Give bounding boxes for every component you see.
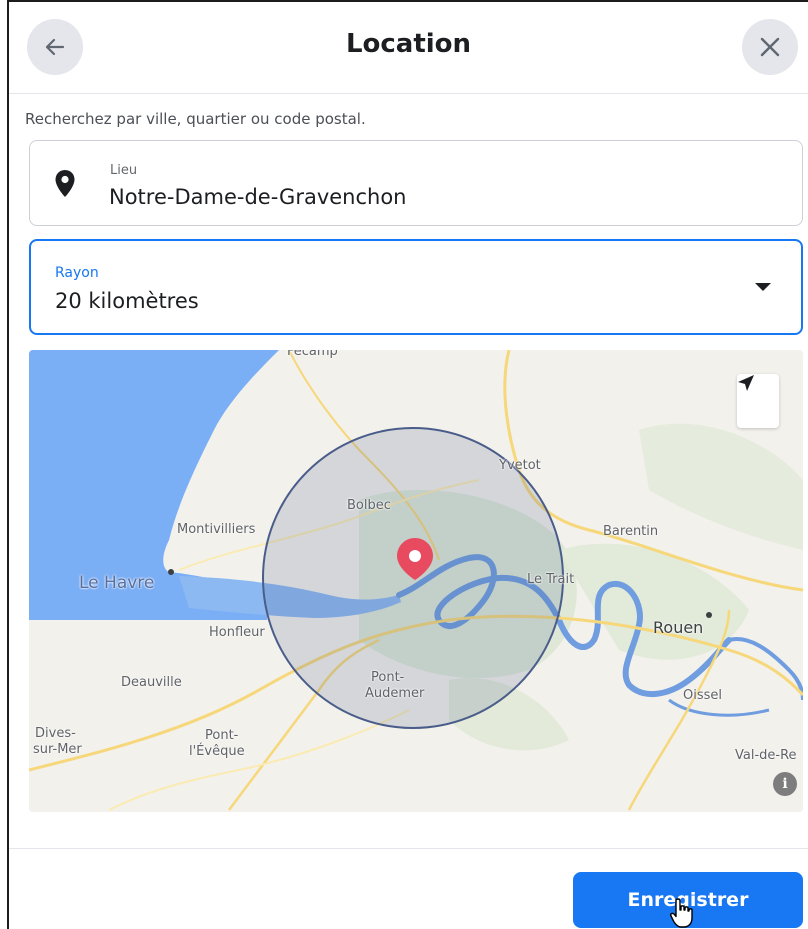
map-label-val-de-reuil: Val-de-Re [735, 748, 797, 763]
hand-cursor-icon [670, 898, 693, 928]
radius-value: 20 kilomètres [55, 289, 199, 313]
info-icon[interactable]: i [773, 772, 797, 796]
map-pin-icon [55, 170, 75, 197]
map-label-rouen: Rouen [653, 618, 704, 637]
search-hint: Recherchez par ville, quartier ou code p… [25, 110, 366, 128]
map-label-montivilliers: Montivilliers [177, 522, 256, 537]
map-label-le-havre: Le Havre [79, 573, 155, 593]
location-value: Notre-Dame-de-Gravenchon [109, 185, 407, 209]
map-view[interactable]: Fécamp Yvetot Bolbec Montivilliers Baren… [29, 350, 803, 812]
map-label-dives-2: sur-Mer [33, 742, 82, 757]
map-label-bolbec: Bolbec [347, 498, 391, 513]
map-label-deauville: Deauville [121, 675, 182, 690]
caret-down-icon [755, 283, 771, 291]
location-input[interactable]: Lieu Notre-Dame-de-Gravenchon [29, 140, 803, 226]
map-label-yvetot: Yvetot [499, 458, 541, 473]
map-label-honfleur: Honfleur [209, 625, 265, 640]
map-label-oissel: Oissel [683, 688, 722, 703]
radius-label: Rayon [55, 265, 99, 281]
footer-divider [9, 848, 808, 849]
location-dialog: Location Recherchez par ville, quartier … [7, 0, 808, 929]
map-label-pont-audemer-1: Pont- [371, 670, 405, 685]
navigation-arrow-icon [738, 375, 754, 391]
my-location-button[interactable] [737, 374, 779, 428]
map-label-pont-eveque-1: Pont- [205, 728, 239, 743]
map-label-le-trait: Le Trait [527, 572, 575, 587]
map-label-dives-1: Dives- [35, 726, 76, 741]
radius-select[interactable]: Rayon 20 kilomètres [29, 239, 803, 335]
close-icon [760, 37, 780, 57]
map-label-fecamp: Fécamp [287, 350, 338, 359]
close-button[interactable] [742, 19, 798, 75]
dialog-title: Location [345, 29, 472, 59]
map-label-pont-audemer-2: Audemer [365, 686, 425, 701]
location-label: Lieu [110, 163, 138, 178]
map-label-pont-eveque-2: l'Évêque [189, 744, 245, 759]
dialog-header: Location [9, 2, 808, 94]
map-label-barentin: Barentin [603, 524, 659, 539]
